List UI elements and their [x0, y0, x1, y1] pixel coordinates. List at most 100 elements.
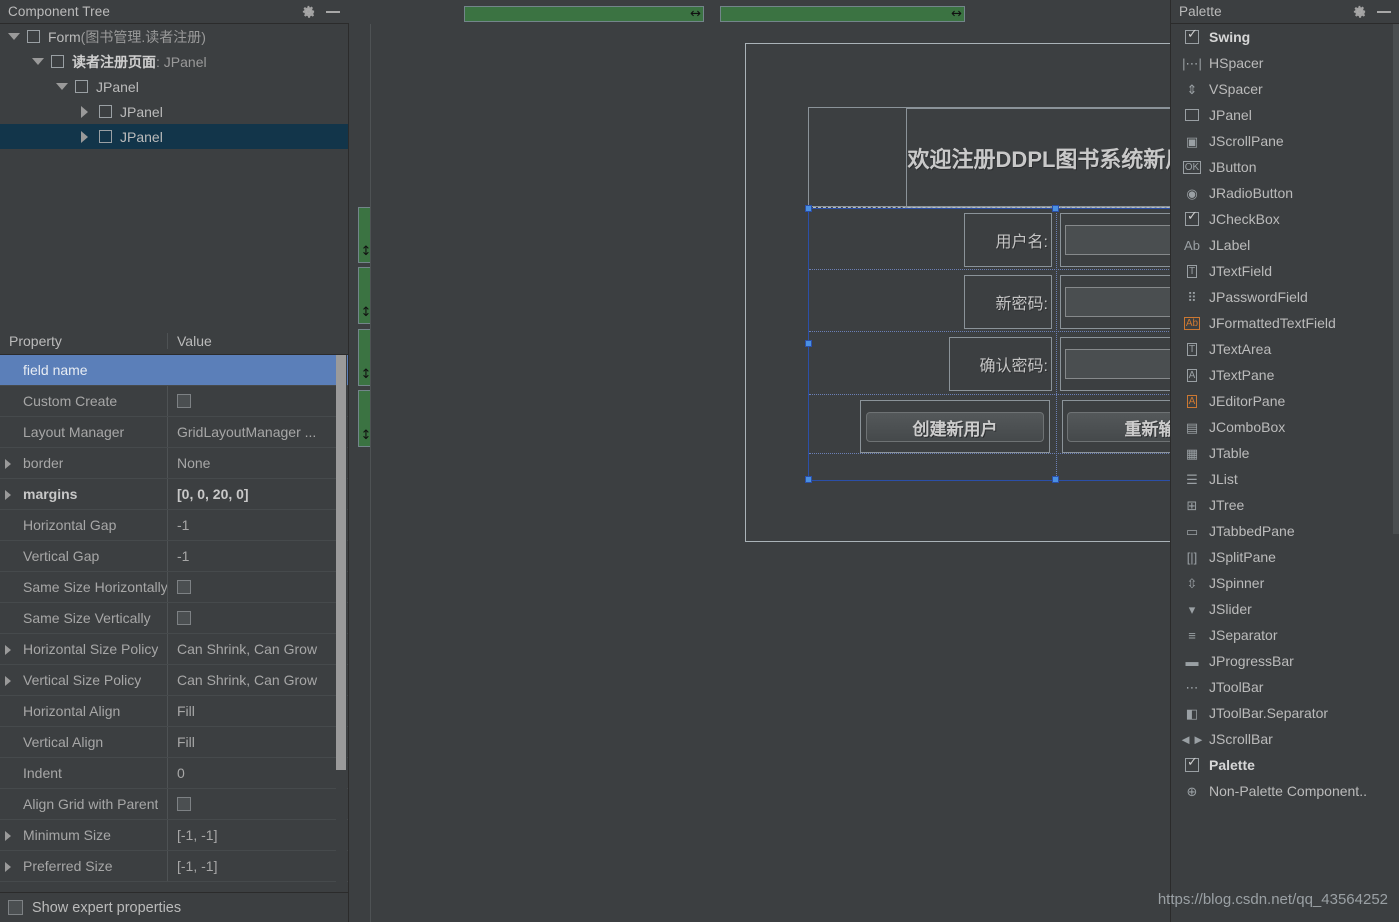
property-value-checkbox[interactable]: [177, 580, 191, 594]
property-value-cell[interactable]: [168, 394, 348, 408]
palette-item-palette[interactable]: Palette: [1171, 752, 1399, 778]
property-value-cell[interactable]: Can Shrink, Can Grow: [168, 641, 348, 657]
property-value-cell[interactable]: Fill: [168, 703, 348, 719]
chevron-down-icon[interactable]: [32, 56, 43, 67]
property-row-2[interactable]: Layout ManagerGridLayoutManager ...: [0, 417, 348, 448]
property-row-10[interactable]: Vertical Size PolicyCan Shrink, Can Grow: [0, 665, 348, 696]
selection-handle-bottom-left[interactable]: [805, 476, 812, 483]
property-value-cell[interactable]: Can Shrink, Can Grow: [168, 672, 348, 688]
property-value-checkbox[interactable]: [177, 394, 191, 408]
property-value-cell[interactable]: [168, 611, 348, 625]
component-checkbox-icon[interactable]: [75, 80, 88, 93]
selection-handle-top-left[interactable]: [805, 205, 812, 212]
property-value-cell[interactable]: [168, 797, 348, 811]
palette-scrollbar-thumb[interactable]: [1393, 24, 1399, 534]
property-row-3[interactable]: borderNone: [0, 448, 348, 479]
palette-item-jscrollbar[interactable]: ◄►JScrollBar: [1171, 726, 1399, 752]
palette-item-jtree[interactable]: ⊞JTree: [1171, 492, 1399, 518]
minimize-icon[interactable]: [1377, 11, 1391, 13]
palette-item-vspacer[interactable]: ⇕VSpacer: [1171, 76, 1399, 102]
property-value-cell[interactable]: None: [168, 455, 348, 471]
chevron-right-icon[interactable]: [80, 106, 91, 117]
component-checkbox-icon[interactable]: [99, 105, 112, 118]
property-row-6[interactable]: Vertical Gap-1: [0, 541, 348, 572]
property-value-cell[interactable]: -1: [168, 548, 348, 564]
palette-item-jtoolbar-separator[interactable]: ◧JToolBar.Separator: [1171, 700, 1399, 726]
hspacer-component-1[interactable]: ↔: [464, 6, 704, 22]
property-row-12[interactable]: Vertical AlignFill: [0, 727, 348, 758]
palette-item-jslider[interactable]: ▾JSlider: [1171, 596, 1399, 622]
palette-item-jscrollpane[interactable]: ▣JScrollPane: [1171, 128, 1399, 154]
welcome-title-label[interactable]: 欢迎注册DDPL图书系统新用户: [906, 108, 1211, 208]
property-value-cell[interactable]: [0, 0, 20, 0]: [168, 486, 348, 502]
palette-item-jeditorpane[interactable]: AJEditorPane: [1171, 388, 1399, 414]
expand-arrow-icon[interactable]: [5, 820, 14, 850]
expand-arrow-icon[interactable]: [5, 665, 14, 695]
palette-item-jlist[interactable]: ☰JList: [1171, 466, 1399, 492]
property-row-11[interactable]: Horizontal AlignFill: [0, 696, 348, 727]
component-checkbox-icon[interactable]: [99, 130, 112, 143]
palette-item-hspacer[interactable]: |⋯|HSpacer: [1171, 50, 1399, 76]
property-value-cell[interactable]: [168, 580, 348, 594]
palette-item-jtable[interactable]: ▦JTable: [1171, 440, 1399, 466]
property-row-9[interactable]: Horizontal Size PolicyCan Shrink, Can Gr…: [0, 634, 348, 665]
property-value-checkbox[interactable]: [177, 797, 191, 811]
palette-item-jseparator[interactable]: ≡JSeparator: [1171, 622, 1399, 648]
username-label[interactable]: 用户名:: [964, 213, 1052, 267]
hspacer-component-2[interactable]: ↔: [720, 6, 965, 22]
property-row-13[interactable]: Indent0: [0, 758, 348, 789]
chevron-right-icon[interactable]: [80, 131, 91, 142]
palette-item-jtabbedpane[interactable]: ▭JTabbedPane: [1171, 518, 1399, 544]
property-value-cell[interactable]: [-1, -1]: [168, 858, 348, 874]
property-value-cell[interactable]: [-1, -1]: [168, 827, 348, 843]
component-checkbox-icon[interactable]: [51, 55, 64, 68]
selection-handle-mid-left[interactable]: [805, 340, 812, 347]
selection-handle-top-center[interactable]: [1052, 205, 1059, 212]
property-scrollbar-track[interactable]: [336, 355, 347, 922]
palette-item-non-palette-component[interactable]: ⊕Non-Palette Component..: [1171, 778, 1399, 804]
property-row-16[interactable]: Preferred Size[-1, -1]: [0, 851, 348, 882]
expand-arrow-icon[interactable]: [5, 479, 14, 509]
palette-item-jtoolbar[interactable]: ⋯JToolBar: [1171, 674, 1399, 700]
palette-item-jlabel[interactable]: AbJLabel: [1171, 232, 1399, 258]
palette-item-jtextpane[interactable]: AJTextPane: [1171, 362, 1399, 388]
show-expert-properties-row[interactable]: Show expert properties: [0, 892, 348, 922]
chevron-down-icon[interactable]: [8, 31, 19, 42]
tree-row-3[interactable]: JPanel: [0, 99, 348, 124]
property-row-5[interactable]: Horizontal Gap-1: [0, 510, 348, 541]
tree-row-0[interactable]: Form (图书管理.读者注册): [0, 24, 348, 49]
show-expert-properties-checkbox[interactable]: [8, 900, 23, 915]
palette-item-jtextfield[interactable]: TJTextField: [1171, 258, 1399, 284]
property-value-checkbox[interactable]: [177, 611, 191, 625]
palette-item-jradiobutton[interactable]: ◉JRadioButton: [1171, 180, 1399, 206]
minimize-icon[interactable]: [326, 11, 340, 13]
tree-row-2[interactable]: JPanel: [0, 74, 348, 99]
property-value-cell[interactable]: Fill: [168, 734, 348, 750]
property-value-cell[interactable]: -1: [168, 517, 348, 533]
confirm-password-label[interactable]: 确认密码:: [949, 337, 1052, 391]
gear-icon[interactable]: [301, 4, 316, 19]
property-row-4[interactable]: margins[0, 0, 20, 0]: [0, 479, 348, 510]
palette-item-jsplitpane[interactable]: [|]JSplitPane: [1171, 544, 1399, 570]
component-checkbox-icon[interactable]: [27, 30, 40, 43]
property-row-8[interactable]: Same Size Vertically: [0, 603, 348, 634]
palette-item-jcombobox[interactable]: ▤JComboBox: [1171, 414, 1399, 440]
chevron-down-icon[interactable]: [56, 81, 67, 92]
palette-item-jbutton[interactable]: OKJButton: [1171, 154, 1399, 180]
expand-arrow-icon[interactable]: [5, 448, 14, 478]
palette-item-jprogressbar[interactable]: ▬JProgressBar: [1171, 648, 1399, 674]
property-row-0[interactable]: field name: [0, 355, 348, 386]
property-row-15[interactable]: Minimum Size[-1, -1]: [0, 820, 348, 851]
new-password-label[interactable]: 新密码:: [964, 275, 1052, 329]
create-user-button[interactable]: 创建新用户: [866, 412, 1044, 442]
palette-item-jspinner[interactable]: ⇳JSpinner: [1171, 570, 1399, 596]
property-row-7[interactable]: Same Size Horizontally: [0, 572, 348, 603]
palette-item-jformattedtextfield[interactable]: AbJFormattedTextField: [1171, 310, 1399, 336]
palette-item-jpanel[interactable]: JPanel: [1171, 102, 1399, 128]
palette-item-jcheckbox[interactable]: JCheckBox: [1171, 206, 1399, 232]
property-row-1[interactable]: Custom Create: [0, 386, 348, 417]
palette-item-swing[interactable]: Swing: [1171, 24, 1399, 50]
tree-row-1[interactable]: 读者注册页面 : JPanel: [0, 49, 348, 74]
palette-item-jtextarea[interactable]: TJTextArea: [1171, 336, 1399, 362]
tree-row-4[interactable]: JPanel: [0, 124, 348, 149]
